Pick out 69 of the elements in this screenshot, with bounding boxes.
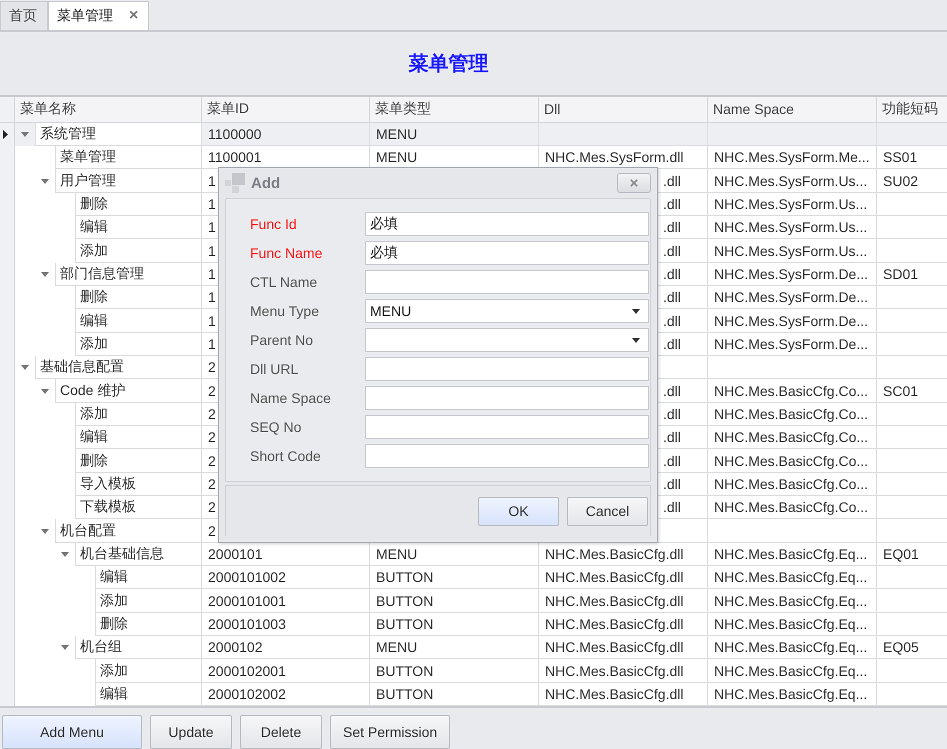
caret-icon[interactable]	[41, 272, 49, 277]
column-header[interactable]: 菜单名称	[15, 97, 202, 122]
tree-node[interactable]: 添加	[95, 589, 201, 613]
field-label: Short Code	[250, 448, 322, 464]
tree-node[interactable]: 添加	[95, 659, 201, 683]
tree-node[interactable]: 添加	[75, 402, 201, 426]
input-field[interactable]	[365, 357, 649, 381]
app-icon	[225, 173, 245, 193]
caret-icon[interactable]	[41, 388, 49, 394]
column-header[interactable]: 菜单ID	[202, 97, 370, 122]
page-title: 菜单管理	[408, 52, 488, 77]
tree-node[interactable]: 添加	[75, 239, 201, 263]
tab[interactable]: 首页	[0, 1, 48, 30]
tree-node[interactable]: 删除	[75, 286, 201, 310]
tree-node[interactable]: 编辑	[75, 309, 201, 333]
tree-node[interactable]: 菜单管理	[55, 146, 201, 170]
input-field[interactable]	[365, 270, 649, 294]
tree-node[interactable]: Code 维护	[55, 379, 201, 403]
dropdown-field[interactable]	[365, 328, 649, 352]
toolbar-button[interactable]: Delete	[240, 715, 322, 749]
caret-icon[interactable]	[41, 178, 49, 184]
tree-node[interactable]: 删除	[95, 612, 201, 636]
close-icon[interactable]: ×	[129, 7, 138, 25]
tree-node[interactable]: 编辑	[95, 682, 201, 706]
tree-node[interactable]: 系统管理	[35, 122, 201, 146]
tree-node[interactable]: 删除	[75, 449, 201, 473]
input-field[interactable]	[365, 444, 649, 468]
input-field[interactable]: 必填	[365, 241, 649, 265]
caret-icon[interactable]	[41, 528, 49, 534]
input-field[interactable]	[365, 415, 649, 439]
tree-node[interactable]: 机台组	[75, 636, 201, 660]
tab[interactable]: 菜单管理 ×	[48, 1, 150, 30]
field-label: Dll URL	[250, 361, 300, 377]
toolbar-button[interactable]: Set Permission	[330, 715, 450, 749]
tree-node[interactable]: 用户管理	[55, 169, 201, 193]
caret-icon[interactable]	[21, 132, 29, 137]
dropdown-arrow-icon[interactable]	[632, 308, 640, 314]
caret-icon[interactable]	[21, 365, 29, 370]
tree-node[interactable]: 下载模板	[75, 496, 201, 520]
column-header[interactable]: Name Space	[708, 97, 877, 122]
tree-node[interactable]: 部门信息管理	[55, 262, 201, 286]
dialog-button[interactable]: Cancel	[567, 496, 648, 526]
field-label: Func Id	[250, 216, 298, 232]
column-header[interactable]: 菜单类型	[370, 97, 539, 122]
tree-node[interactable]: 基础信息配置	[35, 356, 201, 380]
dropdown-arrow-icon[interactable]	[632, 338, 640, 342]
caret-icon[interactable]	[61, 552, 69, 557]
tree-node[interactable]: 添加	[75, 332, 201, 356]
tree-node[interactable]: 编辑	[95, 566, 201, 590]
row-pointer-icon	[3, 130, 8, 139]
caret-icon[interactable]	[61, 645, 69, 650]
tree-node[interactable]: 导入模板	[75, 472, 201, 496]
toolbar-button[interactable]: Add Menu	[2, 715, 142, 749]
tree-node[interactable]: 编辑	[75, 426, 201, 450]
tree-node[interactable]: 机台基础信息	[75, 542, 201, 566]
column-header[interactable]: Dll	[539, 97, 708, 122]
toolbar-button[interactable]: Update	[150, 715, 232, 749]
tree-node[interactable]: 机台配置	[55, 519, 201, 543]
row-indicator[interactable]	[0, 122, 15, 146]
column-header[interactable]: 功能短码	[877, 97, 947, 122]
field-label: Parent No	[250, 332, 314, 348]
dropdown-field[interactable]: MENU	[365, 299, 649, 323]
input-field[interactable]	[365, 386, 649, 410]
dialog-title: Add	[251, 174, 282, 192]
dialog-button[interactable]: OK	[478, 496, 559, 526]
tree-node[interactable]: 删除	[75, 192, 201, 216]
field-label: Func Name	[250, 245, 324, 261]
input-field[interactable]: 必填	[365, 212, 649, 236]
tree-node[interactable]: 编辑	[75, 216, 201, 240]
